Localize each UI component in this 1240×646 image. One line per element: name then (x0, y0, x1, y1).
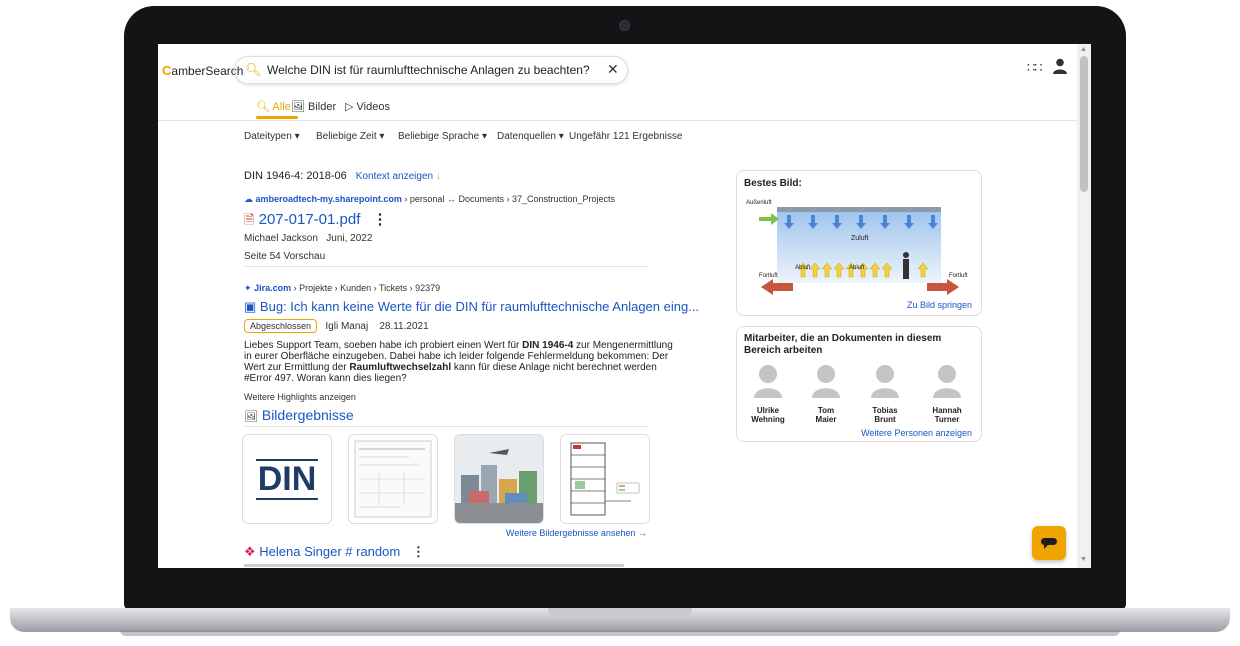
ventilation-diagram[interactable] (745, 197, 975, 295)
tab-alle[interactable]: 🔍︎ Alle (256, 100, 291, 113)
image-thumbnail-din[interactable]: DIN (242, 434, 332, 524)
building-section-image (561, 435, 649, 523)
more-options-icon[interactable]: ⋮ (373, 211, 388, 228)
scroll-down-icon[interactable]: ▼ (1080, 556, 1087, 563)
section-divider (244, 426, 648, 427)
result-breadcrumb: ✦ Jira.com › Projekte › Kunden › Tickets… (244, 283, 441, 293)
cloud-icon: ☁︎ (244, 194, 253, 204)
result-breadcrumb: ☁︎ amberoadtech-my.sharepoint.com › pers… (244, 194, 616, 204)
images-section-title[interactable]: 🖼︎ Bildergebnisse (244, 407, 354, 423)
search-icon: 🔍︎ (256, 101, 270, 113)
app-logo[interactable]: CamberSearch (162, 63, 243, 78)
diagram-label: Fortluft (759, 273, 778, 279)
avatar-placeholder-icon (871, 365, 899, 398)
image-icon: 🖼︎ (291, 101, 305, 113)
chevron-down-icon: ▾ (481, 131, 487, 142)
diagram-label: Zuluft (851, 235, 869, 242)
result-title-link[interactable]: ❖ Helena Singer # random ⋮ (244, 544, 425, 560)
avatar-placeholder-icon (933, 365, 961, 398)
header-divider (158, 120, 1078, 121)
laptop-foot (120, 630, 1120, 636)
tab-label: Alle (272, 101, 291, 113)
diagram-label: Abluft (849, 265, 865, 271)
search-input[interactable]: Welche DIN ist für raumlufttechnische An… (267, 63, 590, 77)
camera-icon (619, 20, 630, 31)
filter-sprache[interactable]: Beliebige Sprache ▾ (398, 131, 487, 142)
image-thumbnail-document[interactable] (348, 434, 438, 524)
document-scan-image (354, 440, 432, 518)
result-title-link[interactable]: 🗎︎ 207-017-01.pdf ⋮ (244, 210, 388, 233)
user-account-icon[interactable] (1053, 58, 1067, 74)
image-thumbnail-building[interactable] (560, 434, 650, 524)
jump-to-image-link[interactable]: Zu Bild springen (907, 300, 972, 310)
diagram-label: Außenluft (746, 200, 772, 206)
filter-datenquellen[interactable]: Datenquellen ▾ (497, 131, 564, 142)
chevron-down-icon: ▾ (558, 131, 564, 142)
source-domain[interactable]: amberoadtech-my.sharepoint.com (256, 194, 402, 204)
result-meta: Michael Jackson Juni, 2022 (244, 233, 373, 244)
more-images-link[interactable]: Weitere Bildergebnisse ansehen → (506, 528, 647, 538)
filter-dateitypen[interactable]: Dateitypen ▾ (244, 131, 300, 142)
best-image-card: Bestes Bild: Außenluft Zuluft Abluft Abl… (736, 170, 982, 316)
tab-label: Bilder (308, 101, 337, 113)
din-logo-bar-bottom (256, 498, 318, 500)
status-badge: Abgeschlossen (244, 319, 318, 333)
browser-screen: CamberSearch 🔍︎ Welche DIN ist für rauml… (158, 44, 1091, 568)
more-highlights-link[interactable]: Weitere Highlights anzeigen (244, 392, 356, 402)
jira-icon: ✦ (244, 283, 252, 293)
filter-zeit[interactable]: Beliebige Zeit ▾ (316, 131, 384, 142)
search-bar[interactable]: 🔍︎ Welche DIN ist für raumlufttechnische… (234, 56, 628, 84)
context-link[interactable]: Kontext anzeigen ↓ (356, 171, 441, 182)
chevron-down-icon: ▾ (294, 131, 300, 142)
laptop-notch (548, 608, 692, 617)
video-icon: ▷ (345, 101, 354, 113)
result-count: Ungefähr 121 Ergebnisse (569, 131, 683, 142)
result-divider (244, 266, 648, 267)
diagram-label: Fortluft (949, 273, 968, 279)
result-meta: Abgeschlossen Igli Manaj 28.11.2021 (244, 319, 429, 333)
person-tobias[interactable]: Tobias Brunt (855, 364, 915, 424)
result-title-link[interactable]: ▣ Bug: Ich kann keine Werte für die DIN … (244, 299, 699, 315)
image-icon: 🖼︎ (244, 411, 258, 423)
more-people-link[interactable]: Weitere Personen anzeigen (861, 428, 972, 438)
search-icon: 🔍︎ (245, 62, 262, 77)
arrow-down-icon: ↓ (435, 171, 441, 182)
person-ulrike[interactable]: Ulrike Wehning (738, 364, 798, 424)
avatar-placeholder-icon (812, 365, 840, 398)
slack-icon: ❖ (244, 544, 256, 559)
more-options-icon[interactable]: ⋮ (412, 544, 425, 559)
scrollbar-thumb[interactable] (1080, 56, 1088, 192)
person-hannah[interactable]: Hannah Turner (917, 364, 977, 424)
result-heading: DIN 1946-4: 2018-06 Kontext anzeigen ↓ (244, 170, 441, 182)
sync-arrows-icon: ↔ (446, 194, 456, 204)
scroll-up-icon[interactable]: ▲ (1080, 46, 1087, 53)
tab-bilder[interactable]: 🖼︎ Bilder (291, 100, 336, 113)
bug-ticket-icon: ▣ (244, 299, 257, 314)
apps-grid-icon[interactable]: ∷∷ (1027, 60, 1043, 76)
result-snippet: Liebes Support Team, soeben habe ich pro… (244, 340, 673, 384)
city-illustration-image (455, 435, 543, 523)
clear-search-icon[interactable]: ✕ (607, 61, 619, 78)
best-image-title: Bestes Bild: (744, 178, 802, 189)
image-thumbnail-city[interactable] (454, 434, 544, 524)
person-tom[interactable]: Tom Maier (796, 364, 856, 424)
diagram-label: Abluft (795, 265, 811, 271)
avatar-placeholder-icon (754, 365, 782, 398)
truncated-snippet (244, 564, 624, 567)
tab-label: Videos (356, 101, 390, 113)
people-card-title: Mitarbeiter, die an Dokumenten in diesem… (744, 333, 942, 356)
chat-bubble-icon (1041, 538, 1057, 549)
pdf-file-icon: 🗎︎ (244, 212, 255, 227)
chevron-down-icon: ▾ (379, 131, 385, 142)
preview-link[interactable]: Seite 54 Vorschau (244, 251, 325, 262)
arrow-right-icon: → (637, 528, 647, 538)
source-domain[interactable]: Jira.com (254, 283, 291, 293)
chat-button[interactable] (1032, 526, 1066, 560)
logo-mark-icon: C (162, 63, 172, 78)
tab-videos[interactable]: ▷ Videos (345, 100, 390, 113)
din-logo: DIN (257, 460, 317, 498)
logo-text: amberSearch (171, 64, 244, 78)
active-tab-indicator (256, 116, 298, 119)
